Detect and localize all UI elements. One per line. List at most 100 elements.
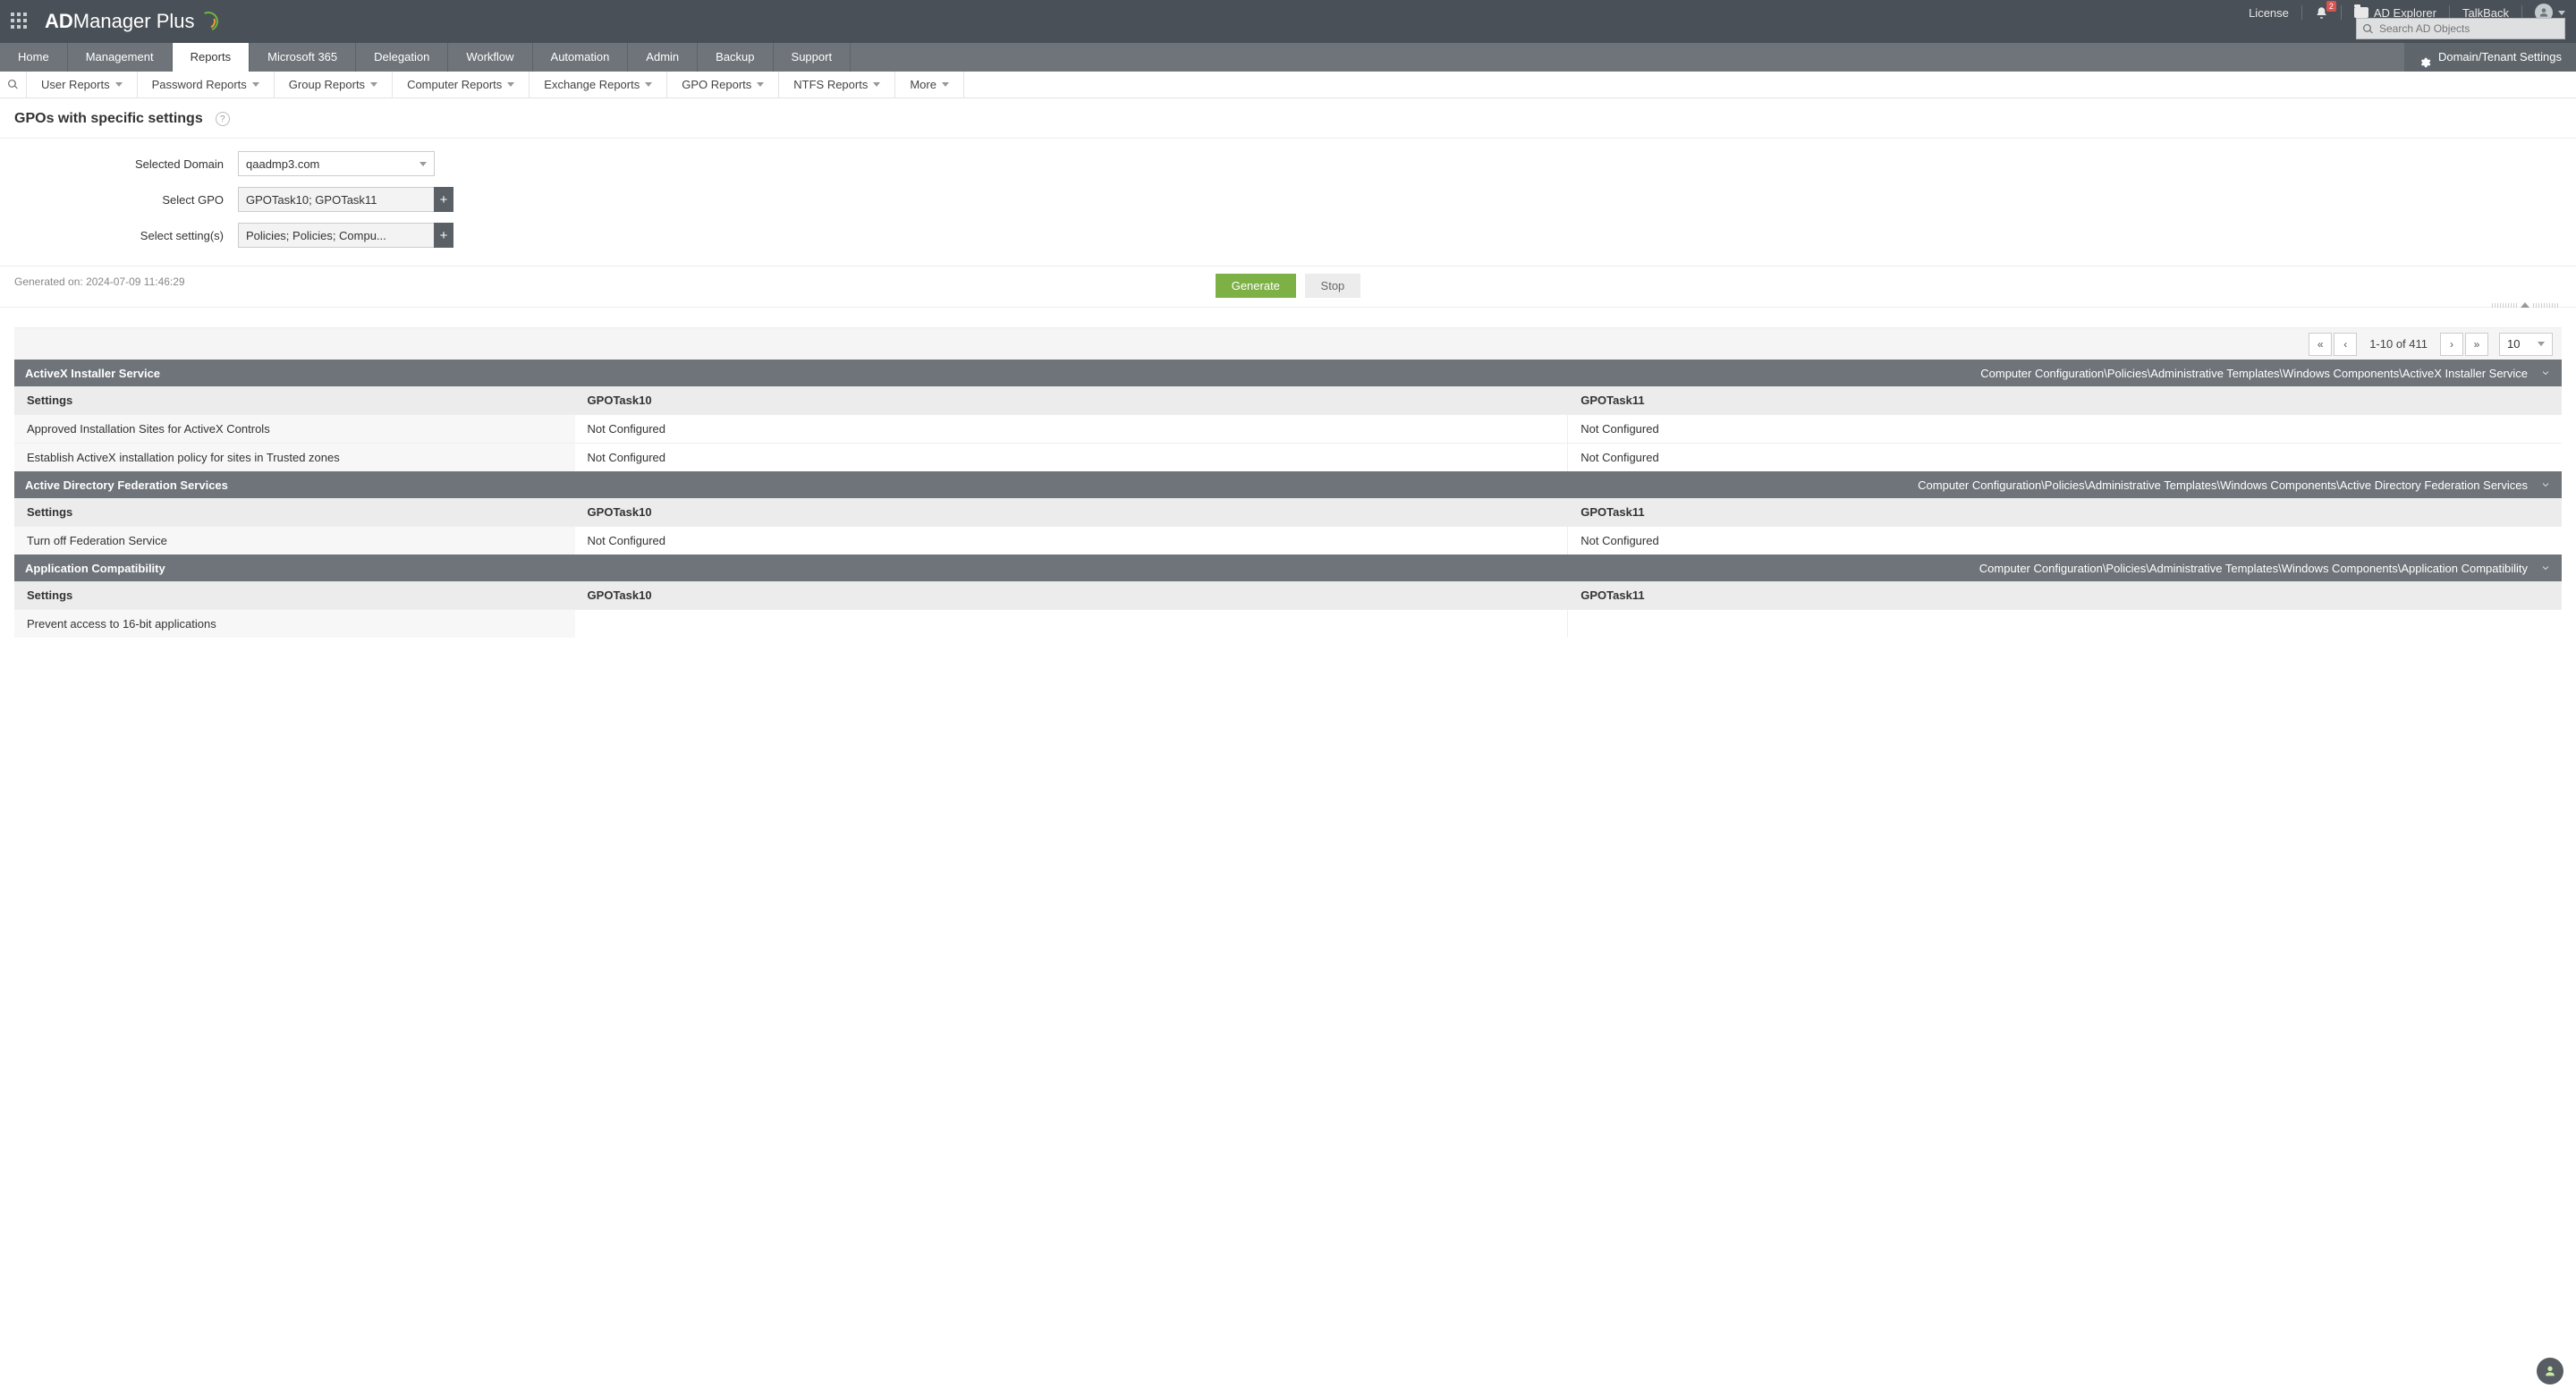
brand-text-c: Plus [151,10,195,32]
subnav-item-gpo-reports[interactable]: GPO Reports [667,72,779,97]
select-gpo-value: GPOTask10; GPOTask11 [246,193,377,207]
subnav-item-user-reports[interactable]: User Reports [27,72,138,97]
subnav-item-group-reports[interactable]: Group Reports [275,72,393,97]
caret-down-icon [757,82,764,87]
brand-text-b: Manager [73,10,151,32]
select-gpo-row: Select GPO GPOTask10; GPOTask11 + [14,187,2562,212]
app-launcher-icon[interactable] [11,13,29,30]
caret-down-icon [507,82,514,87]
col-gpo-b-header: GPOTask11 [1568,581,2562,609]
subnav-item-computer-reports[interactable]: Computer Reports [393,72,530,97]
col-settings-header: Settings [14,581,575,609]
main-nav-tab-reports[interactable]: Reports [173,43,250,72]
subnav-item-label: More [910,78,936,91]
pager-last-button[interactable]: » [2465,333,2488,356]
main-nav-tab-backup[interactable]: Backup [698,43,773,72]
setting-name-cell: Prevent access to 16-bit applications [14,610,575,638]
main-nav-tab-home[interactable]: Home [0,43,68,72]
main-nav-tab-delegation[interactable]: Delegation [356,43,448,72]
drag-lines-icon [2533,303,2558,308]
filter-form: Selected Domain qaadmp3.com Select GPO G… [0,139,2576,267]
main-nav-tab-microsoft-365[interactable]: Microsoft 365 [250,43,356,72]
table-row: Turn off Federation ServiceNot Configure… [14,526,2562,555]
section-header[interactable]: ActiveX Installer Service Computer Config… [14,360,2562,386]
caret-down-icon [942,82,949,87]
selected-domain-select[interactable]: qaadmp3.com [238,151,435,176]
main-nav-tab-management[interactable]: Management [68,43,173,72]
subnav-item-ntfs-reports[interactable]: NTFS Reports [779,72,895,97]
section-title: ActiveX Installer Service [25,367,160,380]
col-gpo-a-header: GPOTask10 [575,581,1569,609]
main-nav: HomeManagementReportsMicrosoft 365Delega… [0,43,2576,72]
pagination-bar: « ‹ 1-10 of 411 › » 10 [14,327,2562,360]
pager-prev-button[interactable]: ‹ [2334,333,2357,356]
section-path-wrap: Computer Configuration\Policies\Administ… [1980,367,2551,380]
main-nav-tab-support[interactable]: Support [774,43,852,72]
page-size-select[interactable]: 10 [2499,333,2553,356]
section-path: Computer Configuration\Policies\Administ… [1918,478,2528,492]
section-column-header: SettingsGPOTask10GPOTask11 [14,498,2562,526]
selected-domain-label: Selected Domain [14,157,238,171]
stop-button[interactable]: Stop [1305,274,1361,298]
caret-down-icon [2558,11,2565,15]
caret-down-icon [252,82,259,87]
caret-down-icon [2538,342,2545,346]
triangle-up-icon [2521,302,2529,308]
setting-name-cell: Turn off Federation Service [14,527,575,555]
page-size-value: 10 [2507,337,2520,351]
pager-range: 1-10 of 411 [2359,337,2438,351]
generated-on: Generated on: 2024-07-09 11:46:29 [14,275,185,288]
main-nav-tab-admin[interactable]: Admin [628,43,698,72]
brand-logo: ADManager Plus [45,10,218,33]
subnav-item-label: Computer Reports [407,78,502,91]
caret-down-icon [370,82,377,87]
subnav-item-more[interactable]: More [895,72,964,97]
caret-down-icon [115,82,123,87]
subnav-item-label: User Reports [41,78,110,91]
select-settings-input[interactable]: Policies; Policies; Compu... [238,223,435,248]
subnav-search-icon[interactable] [0,72,27,97]
section-header[interactable]: Active Directory Federation ServicesComp… [14,471,2562,498]
generate-button[interactable]: Generate [1216,274,1296,298]
floating-help-button[interactable] [2537,1358,2563,1384]
select-settings-value: Policies; Policies; Compu... [246,229,386,242]
help-icon[interactable]: ? [216,112,230,126]
select-settings-label: Select setting(s) [14,229,238,242]
page-header: GPOs with specific settings ? [0,98,2576,139]
notifications-icon[interactable]: 2 [2315,6,2328,20]
subnav-item-label: Group Reports [289,78,365,91]
global-search[interactable] [2356,18,2565,39]
drag-lines-icon [2492,303,2517,308]
select-gpo-input[interactable]: GPOTask10; GPOTask11 [238,187,435,212]
domain-tenant-settings-button[interactable]: Domain/Tenant Settings [2404,43,2576,72]
domain-tenant-settings-label: Domain/Tenant Settings [2438,43,2562,72]
add-settings-button[interactable]: + [434,223,453,248]
gpo-a-value-cell: Not Configured [575,415,1569,443]
main-nav-tab-automation[interactable]: Automation [533,43,629,72]
caret-down-icon [419,162,427,166]
subnav-item-password-reports[interactable]: Password Reports [138,72,275,97]
col-gpo-a-header: GPOTask10 [575,498,1569,526]
pager-first-button[interactable]: « [2309,333,2332,356]
section-header[interactable]: Application CompatibilityComputer Config… [14,555,2562,581]
section-path-wrap: Computer Configuration\Policies\Administ… [1918,478,2551,492]
global-search-input[interactable] [2379,22,2559,35]
gpo-a-value-cell: Not Configured [575,527,1569,555]
collapse-handle[interactable] [2492,302,2558,308]
col-gpo-b-header: GPOTask11 [1568,386,2562,414]
caret-down-icon [873,82,880,87]
notification-badge: 2 [2326,1,2336,12]
col-gpo-b-header: GPOTask11 [1568,498,2562,526]
folder-icon [2354,7,2368,18]
license-link[interactable]: License [2249,6,2289,20]
pager-next-button[interactable]: › [2440,333,2463,356]
section-title: Application Compatibility [25,562,165,575]
add-gpo-button[interactable]: + [434,187,453,212]
subnav-item-label: GPO Reports [682,78,751,91]
main-nav-tab-workflow[interactable]: Workflow [448,43,532,72]
selected-domain-value: qaadmp3.com [246,157,319,171]
gpo-a-value-cell [575,610,1569,638]
results-area: ActiveX Installer Service Computer Config… [14,360,2562,638]
setting-name-cell: Establish ActiveX installation policy fo… [14,444,575,471]
subnav-item-exchange-reports[interactable]: Exchange Reports [530,72,667,97]
